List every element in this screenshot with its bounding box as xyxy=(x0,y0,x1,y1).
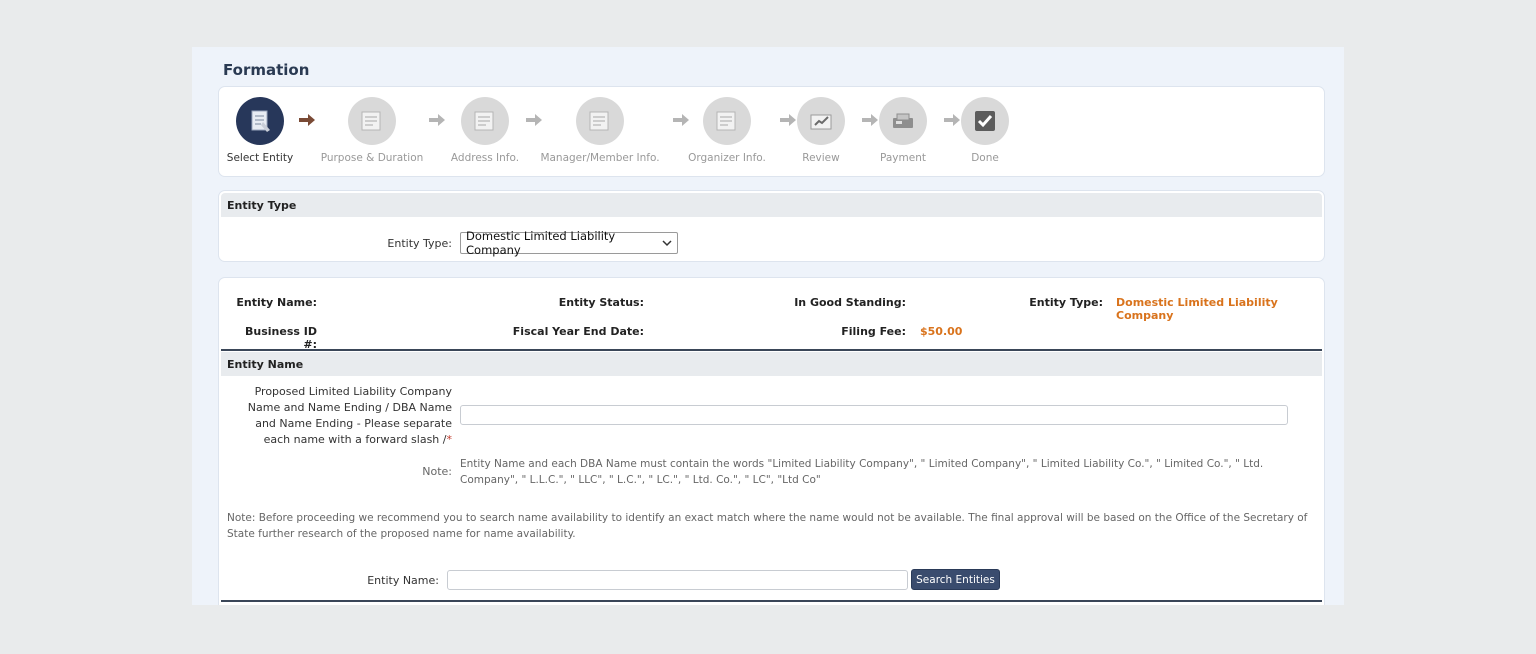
business-id-label: Business ID #: xyxy=(245,325,317,351)
step-label: Address Info. xyxy=(450,152,520,164)
step-purpose-duration[interactable]: Purpose & Duration xyxy=(312,97,432,164)
good-standing-label: In Good Standing: xyxy=(794,296,906,309)
step-select-entity[interactable]: Select Entity xyxy=(200,97,320,164)
section-divider xyxy=(221,349,1322,351)
entity-icon xyxy=(236,97,284,145)
entity-name-summary-label: Entity Name: xyxy=(236,296,317,309)
entity-search-input[interactable] xyxy=(447,570,908,590)
step-done[interactable]: Done xyxy=(925,97,1045,164)
entity-status-label: Entity Status: xyxy=(558,296,644,309)
filing-fee-value: $50.00 xyxy=(920,325,963,338)
entity-type-summary-value: Domestic Limited Liability Company xyxy=(1116,296,1278,322)
step-label: Done xyxy=(971,152,999,164)
document-icon xyxy=(576,97,624,145)
bottom-divider xyxy=(221,600,1322,602)
document-icon xyxy=(461,97,509,145)
required-mark: * xyxy=(446,433,453,446)
page-background: Formation Select Entity Purpose & Durati… xyxy=(0,0,1536,654)
document-icon xyxy=(348,97,396,145)
step-address-info[interactable]: Address Info. xyxy=(425,97,545,164)
entity-type-selected: Domestic Limited Liability Company xyxy=(466,229,616,257)
note-label: Note: xyxy=(422,465,452,478)
document-icon xyxy=(703,97,751,145)
proposed-name-input[interactable] xyxy=(460,405,1288,425)
entity-type-label: Entity Type: xyxy=(387,237,452,250)
review-icon xyxy=(797,97,845,145)
step-manager-member-info[interactable]: Manager/Member Info. xyxy=(540,97,660,164)
payment-icon xyxy=(879,97,927,145)
proposed-name-label: Proposed Limited Liability Company Name … xyxy=(247,385,453,446)
search-entities-button[interactable]: Search Entities xyxy=(911,569,1000,590)
filing-fee-label: Filing Fee: xyxy=(841,325,906,338)
entity-type-heading: Entity Type xyxy=(221,193,1322,217)
page-title: Formation xyxy=(223,61,310,79)
step-label: Select Entity xyxy=(226,152,294,164)
chevron-down-icon xyxy=(662,236,672,250)
naming-rules-note: Entity Name and each DBA Name must conta… xyxy=(460,458,1264,486)
fiscal-year-label: Fiscal Year End Date: xyxy=(512,325,644,338)
step-label: Manager/Member Info. xyxy=(540,152,660,164)
entity-name-heading: Entity Name xyxy=(221,352,1322,376)
availability-advice: Note: Before proceeding we recommend you… xyxy=(227,512,1308,540)
entity-type-card: Entity Type Entity Type: Domestic Limite… xyxy=(218,190,1325,262)
entity-type-summary-label: Entity Type: xyxy=(1029,296,1103,309)
entity-type-select[interactable]: Domestic Limited Liability Company xyxy=(460,229,678,257)
wizard-steps: Select Entity Purpose & Duration Address… xyxy=(218,86,1325,177)
step-label: Purpose & Duration xyxy=(320,152,424,164)
formation-panel: Formation Select Entity Purpose & Durati… xyxy=(192,47,1344,605)
search-entity-name-label: Entity Name: xyxy=(367,574,439,587)
entity-info-card: Entity Name: Entity Status: In Good Stan… xyxy=(218,277,1325,605)
checkmark-icon xyxy=(961,97,1009,145)
